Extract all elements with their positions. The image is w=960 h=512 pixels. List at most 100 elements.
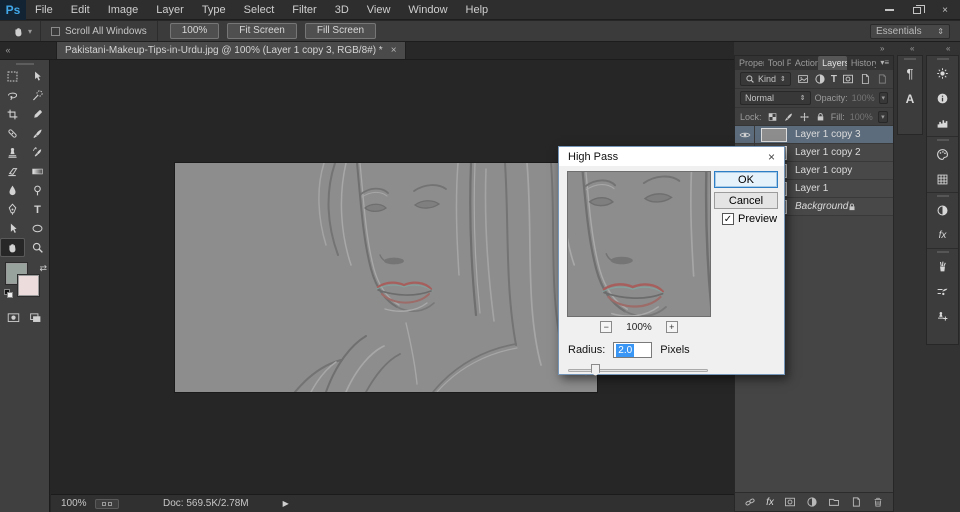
add-layer-mask-icon[interactable] xyxy=(784,496,796,508)
brush-panel-icon[interactable] xyxy=(927,279,958,304)
menu-3d[interactable]: 3D xyxy=(326,0,358,20)
fit-screen-button[interactable]: Fit Screen xyxy=(227,23,297,39)
slider-thumb[interactable] xyxy=(591,364,600,376)
swatches-panel-icon[interactable] xyxy=(927,167,958,192)
history-brush-tool[interactable] xyxy=(25,143,50,162)
status-zoom-field[interactable]: 100% xyxy=(61,498,95,509)
layer-row-1[interactable]: Layer 1 copy 3 xyxy=(735,126,893,144)
clone-source-panel-icon[interactable] xyxy=(927,304,958,329)
layer-name[interactable]: Background xyxy=(795,201,848,212)
workspace-switcher[interactable]: Essentials ⇕ xyxy=(870,24,950,39)
lasso-tool[interactable] xyxy=(0,86,25,105)
filter-toggle-icon[interactable] xyxy=(876,73,888,85)
filter-preview[interactable] xyxy=(567,171,711,317)
menu-type[interactable]: Type xyxy=(193,0,235,20)
histogram-panel-icon[interactable] xyxy=(927,111,958,136)
collapse-panels-icon[interactable]: » xyxy=(880,44,884,53)
dialog-title-bar[interactable]: High Pass × xyxy=(559,147,784,166)
fill-screen-button[interactable]: Fill Screen xyxy=(305,23,376,39)
menu-window[interactable]: Window xyxy=(399,0,456,20)
collapse-tools-icon[interactable]: « xyxy=(0,45,16,59)
menu-view[interactable]: View xyxy=(358,0,400,20)
fill-value[interactable]: 100% xyxy=(850,112,873,122)
blur-tool[interactable] xyxy=(0,181,25,200)
healing-brush-tool[interactable] xyxy=(0,124,25,143)
menu-filter[interactable]: Filter xyxy=(283,0,325,20)
actual-pixels-button[interactable]: 100% xyxy=(170,23,220,39)
brush-presets-panel-icon[interactable] xyxy=(927,254,958,279)
tools-drag-handle[interactable] xyxy=(16,63,34,65)
clone-stamp-tool[interactable] xyxy=(0,143,25,162)
screen-mode-icon[interactable] xyxy=(29,311,42,324)
swap-colors-icon[interactable]: ⇄ xyxy=(39,263,47,274)
status-proof-icon[interactable] xyxy=(95,499,119,509)
lock-transparency-icon[interactable] xyxy=(767,111,778,123)
background-color-swatch[interactable] xyxy=(18,275,39,296)
dodge-tool[interactable] xyxy=(25,181,50,200)
link-layers-icon[interactable] xyxy=(744,496,756,508)
filter-kind-dropdown[interactable]: Kind ⇕ xyxy=(740,72,791,86)
radius-input[interactable]: 2.0 xyxy=(613,342,652,358)
delete-layer-icon[interactable] xyxy=(872,496,884,508)
radius-slider[interactable] xyxy=(568,364,708,376)
layer-name[interactable]: Layer 1 copy 3 xyxy=(795,129,861,140)
expand-panels-icon[interactable]: « xyxy=(910,44,914,53)
quick-mask-icon[interactable] xyxy=(7,311,20,324)
eraser-tool[interactable] xyxy=(0,162,25,181)
opacity-value[interactable]: 100% xyxy=(852,93,875,103)
menu-select[interactable]: Select xyxy=(235,0,284,20)
minimize-icon[interactable] xyxy=(882,4,896,16)
document-image[interactable] xyxy=(175,163,597,392)
status-menu-arrow-icon[interactable]: ▶ xyxy=(283,499,289,508)
path-selection-tool[interactable] xyxy=(0,219,25,238)
move-tool[interactable] xyxy=(25,67,50,86)
quick-selection-tool[interactable] xyxy=(25,86,50,105)
panel-menu-icon[interactable]: ▾≡ xyxy=(876,56,893,70)
lock-all-icon[interactable] xyxy=(815,111,826,123)
gradient-tool[interactable] xyxy=(25,162,50,181)
filter-smart-objects-icon[interactable] xyxy=(859,73,871,85)
type-tool[interactable]: T xyxy=(25,200,50,219)
zoom-in-button[interactable]: + xyxy=(666,321,678,333)
menu-file[interactable]: File xyxy=(26,0,62,20)
eyedropper-tool[interactable] xyxy=(25,105,50,124)
adjustments-panel-icon[interactable] xyxy=(927,61,958,86)
zoom-tool[interactable] xyxy=(25,238,50,257)
new-adjustment-layer-icon[interactable] xyxy=(806,496,818,508)
new-group-icon[interactable] xyxy=(828,496,840,508)
crop-tool[interactable] xyxy=(0,105,25,124)
zoom-out-button[interactable]: − xyxy=(600,321,612,333)
shape-tool[interactable] xyxy=(25,219,50,238)
tab-close-icon[interactable]: × xyxy=(391,45,397,56)
opacity-dropdown-icon[interactable]: ▾ xyxy=(879,92,888,104)
tab-history[interactable]: History xyxy=(847,56,876,70)
lock-paint-icon[interactable] xyxy=(783,111,794,123)
info-panel-icon[interactable] xyxy=(927,86,958,111)
marquee-tool[interactable] xyxy=(0,67,25,86)
menu-edit[interactable]: Edit xyxy=(62,0,99,20)
visibility-eye-icon[interactable] xyxy=(735,126,755,143)
document-tab[interactable]: Pakistani-Makeup-Tips-in-Urdu.jpg @ 100%… xyxy=(56,41,406,59)
filter-type-layers-icon[interactable]: T xyxy=(831,74,837,85)
scroll-all-windows-checkbox[interactable] xyxy=(51,27,60,36)
layer-thumbnail[interactable] xyxy=(761,128,787,142)
tab-layers[interactable]: Layers xyxy=(818,56,847,70)
filter-shape-layers-icon[interactable] xyxy=(842,73,854,85)
tab-properties[interactable]: Proper xyxy=(735,56,764,70)
paragraph-styles-panel-icon[interactable]: ¶ xyxy=(898,61,922,86)
filter-pixel-layers-icon[interactable] xyxy=(797,73,809,85)
new-layer-icon[interactable] xyxy=(850,496,862,508)
lock-position-icon[interactable] xyxy=(799,111,810,123)
layer-name[interactable]: Layer 1 copy 2 xyxy=(795,147,861,158)
default-colors-icon[interactable] xyxy=(4,289,14,299)
menu-help[interactable]: Help xyxy=(457,0,498,20)
blend-mode-dropdown[interactable]: Normal ⇕ xyxy=(740,91,811,105)
dialog-close-icon[interactable]: × xyxy=(768,150,775,164)
tool-preset-dropdown[interactable]: ▾ xyxy=(0,21,41,41)
menu-image[interactable]: Image xyxy=(99,0,148,20)
brush-tool[interactable] xyxy=(25,124,50,143)
pen-tool[interactable] xyxy=(0,200,25,219)
layer-name[interactable]: Layer 1 xyxy=(795,183,828,194)
expand-panels-icon2[interactable]: « xyxy=(946,44,950,53)
cancel-button[interactable]: Cancel xyxy=(714,192,778,209)
